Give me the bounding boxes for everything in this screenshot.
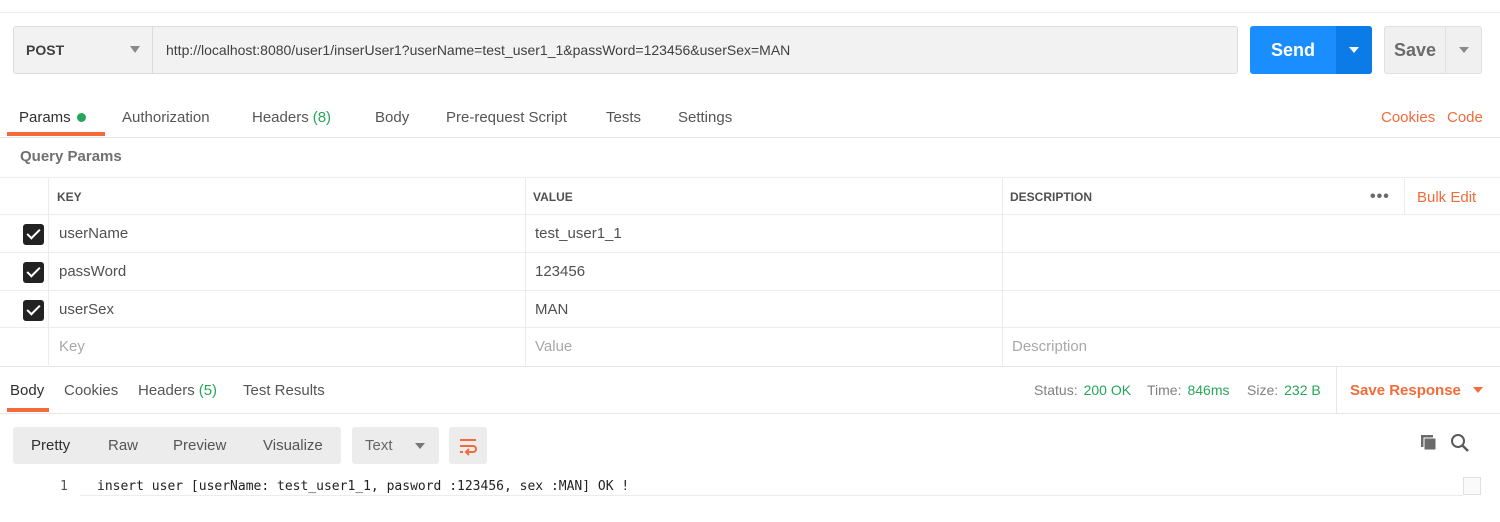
- params-header-row: KEY VALUE DESCRIPTION: [0, 177, 1500, 215]
- more-options-icon[interactable]: •••: [1370, 188, 1390, 206]
- response-body-editor[interactable]: 1 insert user [userName: test_user1_1, p…: [0, 477, 1500, 522]
- tab-response-headers-label: Headers: [138, 381, 195, 399]
- view-preview-button[interactable]: Preview: [173, 427, 226, 464]
- new-key-input[interactable]: Key: [59, 328, 85, 365]
- tab-settings[interactable]: Settings: [678, 96, 732, 138]
- tab-response-cookies[interactable]: Cookies: [64, 367, 118, 413]
- url-input[interactable]: http://localhost:8080/user1/inserUser1?u…: [152, 26, 1238, 74]
- column-divider: [1002, 177, 1003, 365]
- params-active-dot-icon: [76, 112, 86, 122]
- tab-headers-label: Headers: [252, 108, 309, 126]
- method-select[interactable]: POST: [13, 26, 153, 74]
- size-value: 232 B: [1284, 382, 1321, 398]
- scrollbar[interactable]: [1463, 477, 1481, 495]
- param-key[interactable]: userSex: [59, 291, 114, 328]
- save-button[interactable]: Save: [1384, 26, 1482, 74]
- send-button[interactable]: Send: [1250, 26, 1372, 74]
- view-mode-group: Pretty Raw Preview Visualize: [13, 427, 341, 464]
- format-label: Text: [365, 437, 393, 454]
- status-value: 200 OK: [1083, 382, 1132, 398]
- response-view-bar: Pretty Raw Preview Visualize Text: [0, 415, 1500, 477]
- code-link[interactable]: Code: [1447, 96, 1483, 138]
- chevron-down-icon: [1472, 387, 1483, 393]
- bulk-edit-link[interactable]: Bulk Edit: [1404, 179, 1476, 215]
- chevron-down-icon: [130, 46, 140, 53]
- view-pretty-button[interactable]: Pretty: [31, 427, 70, 464]
- view-visualize-button[interactable]: Visualize: [263, 427, 323, 464]
- table-row: passWord 123456: [0, 252, 1500, 290]
- status-stat: Status: 200 OK: [1034, 367, 1131, 413]
- tab-params-label: Params: [19, 108, 71, 126]
- editor-divider: [80, 495, 1463, 496]
- tab-response-body[interactable]: Body: [10, 367, 44, 413]
- column-header-key: KEY: [57, 189, 82, 204]
- view-raw-button[interactable]: Raw: [108, 427, 138, 464]
- column-divider: [48, 177, 49, 365]
- param-key[interactable]: userName: [59, 215, 128, 252]
- save-response-button[interactable]: Save Response: [1336, 367, 1483, 413]
- query-params-title: Query Params: [20, 148, 122, 165]
- row-checkbox[interactable]: [23, 224, 44, 245]
- new-value-input[interactable]: Value: [535, 328, 572, 365]
- time-stat: Time: 846ms: [1147, 367, 1230, 413]
- format-select[interactable]: Text: [352, 427, 439, 464]
- table-row: userName test_user1_1: [0, 214, 1500, 252]
- tab-headers-count: (8): [312, 108, 332, 126]
- table-row-new: Key Value Description: [0, 327, 1500, 365]
- chevron-down-icon: [415, 443, 425, 449]
- wrap-lines-button[interactable]: [449, 427, 487, 464]
- request-tabs: Params Authorization Headers (8) Body Pre…: [0, 96, 1500, 138]
- tab-body[interactable]: Body: [375, 96, 409, 138]
- save-label: Save: [1393, 39, 1437, 60]
- active-tab-indicator: [7, 132, 105, 136]
- param-value[interactable]: MAN: [535, 291, 568, 328]
- param-value[interactable]: 123456: [535, 253, 585, 290]
- tab-test-results[interactable]: Test Results: [243, 367, 325, 413]
- tab-prerequest-script[interactable]: Pre-request Script: [446, 96, 567, 138]
- row-checkbox[interactable]: [23, 262, 44, 283]
- status-label: Status:: [1034, 382, 1078, 398]
- cookies-link[interactable]: Cookies: [1381, 96, 1435, 138]
- request-bar: POST http://localhost:8080/user1/inserUs…: [0, 0, 1500, 95]
- response-bar: Body Cookies Headers (5) Test Results Sta…: [0, 366, 1500, 414]
- time-value: 846ms: [1187, 382, 1230, 398]
- row-checkbox[interactable]: [23, 300, 44, 321]
- divider: [0, 12, 1500, 13]
- active-response-tab-indicator: [7, 408, 49, 412]
- param-value[interactable]: test_user1_1: [535, 215, 622, 252]
- send-dropdown-chevron-icon[interactable]: [1336, 26, 1372, 74]
- tab-response-headers[interactable]: Headers (5): [138, 367, 217, 413]
- tab-headers[interactable]: Headers (8): [252, 96, 331, 138]
- search-icon[interactable]: [1450, 433, 1470, 453]
- line-number: 1: [60, 479, 68, 494]
- time-label: Time:: [1147, 382, 1182, 398]
- column-header-value: VALUE: [533, 189, 573, 204]
- size-stat: Size: 232 B: [1247, 367, 1321, 413]
- param-key[interactable]: passWord: [59, 253, 126, 290]
- save-response-label: Save Response: [1350, 381, 1461, 399]
- new-description-input[interactable]: Description: [1012, 328, 1087, 365]
- method-label: POST: [26, 42, 65, 58]
- wrap-lines-icon: [460, 439, 477, 456]
- response-line: insert user [userName: test_user1_1, pas…: [97, 479, 630, 494]
- column-divider: [525, 177, 526, 365]
- table-row: userSex MAN: [0, 290, 1500, 328]
- tab-response-headers-count: (5): [198, 381, 218, 399]
- send-label: Send: [1270, 39, 1315, 60]
- save-dropdown-chevron-icon[interactable]: [1445, 27, 1481, 73]
- tab-tests[interactable]: Tests: [606, 96, 641, 138]
- size-label: Size:: [1247, 382, 1279, 398]
- tab-authorization[interactable]: Authorization: [122, 96, 210, 138]
- copy-icon[interactable]: [1419, 433, 1439, 453]
- column-header-description: DESCRIPTION: [1010, 189, 1093, 204]
